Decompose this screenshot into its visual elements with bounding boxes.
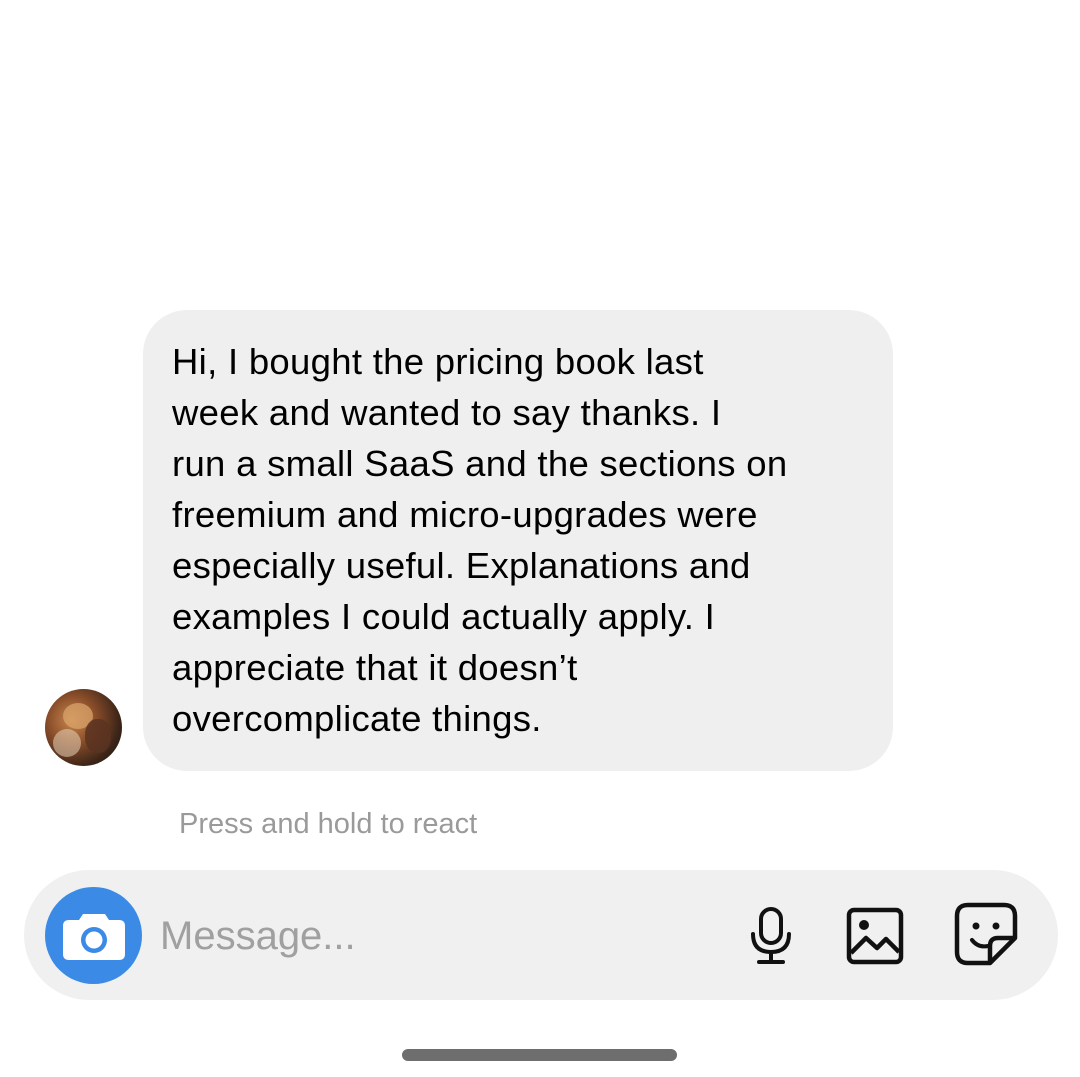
message-text: Hi, I bought the pricing book last week … — [172, 341, 788, 739]
sender-avatar[interactable] — [45, 689, 122, 766]
microphone-icon — [751, 907, 791, 964]
avatar-photo-detail — [85, 719, 111, 753]
home-indicator[interactable] — [402, 1049, 677, 1061]
avatar-photo-detail — [53, 729, 81, 757]
message-composer — [24, 870, 1058, 1000]
message-input[interactable] — [160, 906, 720, 966]
message-bubble[interactable]: Hi, I bought the pricing book last week … — [143, 310, 893, 771]
gallery-button[interactable] — [842, 903, 908, 969]
camera-button[interactable] — [45, 887, 142, 984]
microphone-button[interactable] — [740, 903, 802, 969]
image-icon — [846, 907, 904, 965]
react-hint: Press and hold to react — [179, 808, 478, 840]
chat-screen: Hi, I bought the pricing book last week … — [0, 0, 1080, 1077]
sticker-button[interactable] — [952, 900, 1020, 968]
sticker-icon — [954, 902, 1018, 966]
camera-icon — [62, 913, 125, 960]
